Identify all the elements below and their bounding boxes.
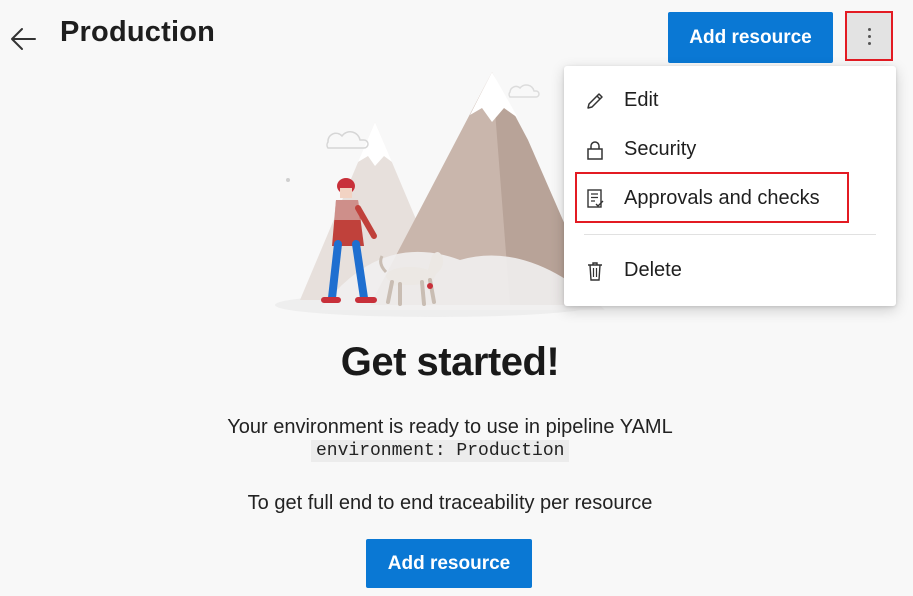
ready-text: Your environment is ready to use in pipe… [227, 416, 673, 438]
menu-item-edit[interactable]: Edit [564, 79, 896, 123]
more-dot-icon [868, 28, 871, 31]
yaml-code-snippet: environment: Production [311, 440, 570, 462]
menu-item-delete[interactable]: Delete [564, 249, 896, 293]
trash-icon [588, 262, 602, 281]
traceability-text: To get full end to end traceability per … [247, 492, 653, 514]
menu-item-label: Delete [624, 259, 682, 281]
pencil-icon [587, 93, 603, 109]
menu-item-security[interactable]: Security [564, 128, 896, 172]
add-resource-button-bottom[interactable]: Add resource [366, 539, 532, 588]
menu-divider [584, 234, 876, 235]
checklist-icon [587, 189, 604, 208]
menu-item-label: Security [624, 138, 697, 160]
lock-icon [587, 141, 603, 160]
more-actions-button[interactable] [845, 11, 893, 61]
menu-item-approvals-and-checks[interactable]: Approvals and checks [564, 177, 896, 221]
menu-item-label: Edit [624, 89, 659, 111]
more-dot-icon [868, 42, 871, 45]
context-menu: Edit Security Approvals and checks Delet… [564, 66, 896, 306]
more-dot-icon [868, 35, 871, 38]
get-started-heading: Get started! [340, 340, 560, 384]
add-resource-button[interactable]: Add resource [668, 12, 833, 63]
mountain-hiker-illustration [275, 72, 605, 317]
page-title: Production [60, 16, 216, 48]
menu-item-label: Approvals and checks [624, 187, 820, 209]
back-arrow-icon[interactable] [8, 24, 38, 54]
